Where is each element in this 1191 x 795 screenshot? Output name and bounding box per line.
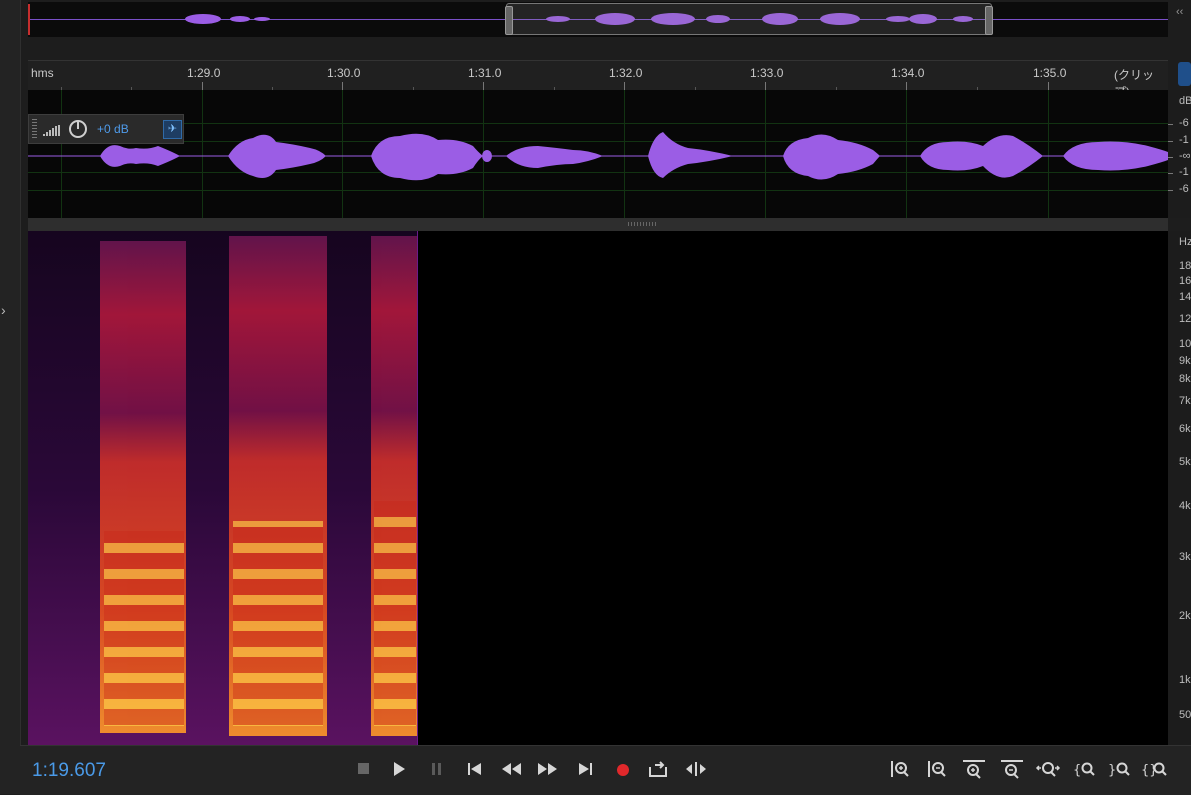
stop-icon <box>358 763 369 774</box>
zoom-in-time-button[interactable] <box>959 755 989 783</box>
pause-button[interactable] <box>422 755 452 783</box>
scale-tick <box>1168 190 1173 191</box>
zoom-out-amplitude-button[interactable] <box>922 755 952 783</box>
scale-label: -∞ <box>1179 150 1191 162</box>
scale-label: 4k <box>1179 500 1191 512</box>
zoom-in-amplitude-button[interactable] <box>885 755 915 783</box>
scale-label: -1 <box>1179 134 1189 146</box>
scale-label: 7k <box>1179 395 1191 407</box>
scale-label: 12 <box>1179 313 1191 325</box>
monitor-button[interactable] <box>1178 62 1191 86</box>
zoom-in-time-icon <box>963 760 985 779</box>
pin-icon: ✈ <box>167 123 178 135</box>
loop-playback-icon <box>649 761 667 777</box>
left-panel-gutter: › <box>0 0 21 794</box>
collapse-panel-control[interactable]: ‹‹ <box>1176 6 1183 18</box>
fast-forward-button[interactable] <box>532 755 562 783</box>
scale-label: 50 <box>1179 709 1191 721</box>
record-icon <box>617 764 629 776</box>
scale-tick <box>1168 157 1173 158</box>
scale-label: 1k <box>1179 674 1191 686</box>
scale-tick <box>1168 141 1173 142</box>
fast-forward-icon <box>538 763 557 775</box>
spectral-frequency-display[interactable] <box>28 231 1168 745</box>
zoom-selection-icon: {} <box>1141 762 1167 778</box>
go-to-start-icon <box>468 763 481 775</box>
volume-value[interactable]: +0 dB <box>97 122 129 136</box>
zoom-out-amplitude-icon <box>928 761 946 777</box>
scale-label: 16 <box>1179 275 1191 287</box>
splitter-grip[interactable] <box>628 222 658 226</box>
play-button[interactable] <box>384 755 414 783</box>
ruler-tick-label: 1:30.0 <box>327 66 361 80</box>
zoom-in-selection-icon: { <box>1073 762 1095 778</box>
pin-hud-button[interactable]: ✈ <box>163 120 182 139</box>
overview-viewport-selection[interactable] <box>505 3 993 35</box>
overview-waveform[interactable] <box>28 2 1168 37</box>
go-to-start-button[interactable] <box>460 755 490 783</box>
frequency-scale: Hz 18 16 14 12 10 9k 8k 7k 6k 5k 4k 3k 2… <box>1168 231 1191 745</box>
current-time-display[interactable]: 1:19.607 <box>32 760 106 782</box>
expand-panel-chevron-icon[interactable]: › <box>1 302 6 318</box>
scale-label: 14 <box>1179 291 1191 303</box>
volume-hud: +0 dB ✈ <box>28 114 184 144</box>
scale-tick <box>1168 173 1173 174</box>
view-splitter[interactable] <box>28 218 1168 231</box>
scale-label: -6 <box>1179 183 1189 195</box>
rewind-icon <box>502 763 521 775</box>
scale-label: 3k <box>1179 551 1191 563</box>
scale-unit-label: Hz <box>1179 236 1191 248</box>
scale-label: 9k <box>1179 355 1191 367</box>
pause-icon <box>432 763 441 775</box>
signal-level-icon <box>43 125 60 136</box>
zoom-out-selection-icon: } <box>1108 762 1130 778</box>
record-button[interactable] <box>608 755 638 783</box>
scale-unit-label: dB <box>1179 95 1191 107</box>
stop-button[interactable] <box>348 755 378 783</box>
go-to-end-button[interactable] <box>571 755 601 783</box>
scale-label: 10 <box>1179 338 1191 350</box>
scale-label: 18 <box>1179 260 1191 272</box>
play-icon <box>394 762 405 776</box>
zoom-out-selection-button[interactable]: } <box>1105 755 1135 783</box>
amplitude-scale: dB -6 -1 -∞ -1 -6 <box>1168 90 1191 218</box>
ruler-tick-label: 1:33.0 <box>750 66 784 80</box>
viewport-left-handle[interactable] <box>505 6 513 35</box>
ruler-tick-label: 1:29.0 <box>187 66 221 80</box>
waveform-editor[interactable]: +0 dB ✈ <box>28 90 1168 218</box>
ruler-tick-label: 1:31.0 <box>468 66 502 80</box>
ruler-tick-label: 1:35.0 <box>1033 66 1067 80</box>
hud-drag-handle[interactable] <box>32 119 37 139</box>
transport-bar: 1:19.607 { } {} <box>20 745 1191 795</box>
zoom-out-time-button[interactable] <box>997 755 1027 783</box>
scale-label: 8k <box>1179 373 1191 385</box>
ruler-tick-label: 1:32.0 <box>609 66 643 80</box>
volume-knob-icon[interactable] <box>68 119 88 139</box>
svg-text:{: { <box>1073 763 1081 778</box>
zoom-selection-button[interactable]: {} <box>1140 755 1170 783</box>
skip-selection-button[interactable] <box>681 755 711 783</box>
scale-label: -6 <box>1179 117 1189 129</box>
zoom-in-selection-button[interactable]: { <box>1070 755 1100 783</box>
scale-tick <box>1168 124 1173 125</box>
viewport-right-handle[interactable] <box>985 6 993 35</box>
scale-label: 6k <box>1179 423 1191 435</box>
waveform-shape <box>28 132 1168 181</box>
zoom-full-button[interactable] <box>1033 755 1063 783</box>
scale-label: 5k <box>1179 456 1191 468</box>
rewind-button[interactable] <box>497 755 527 783</box>
spectrogram-image <box>28 231 418 745</box>
zoom-in-amplitude-icon <box>891 761 909 777</box>
go-to-end-icon <box>579 763 592 775</box>
ruler-units-label: hms <box>31 66 54 80</box>
svg-text:}: } <box>1108 763 1116 778</box>
time-ruler[interactable]: hms 1:29.0 1:30.0 1:31.0 1:32.0 1:33.0 1… <box>28 60 1168 99</box>
scale-label: 2k <box>1179 610 1191 622</box>
loop-playback-button[interactable] <box>643 755 673 783</box>
zoom-full-icon <box>1035 762 1061 777</box>
ruler-tick-label: 1:34.0 <box>891 66 925 80</box>
zoom-out-time-icon <box>1001 760 1023 779</box>
scale-label: -1 <box>1179 166 1189 178</box>
skip-selection-icon <box>686 762 706 776</box>
